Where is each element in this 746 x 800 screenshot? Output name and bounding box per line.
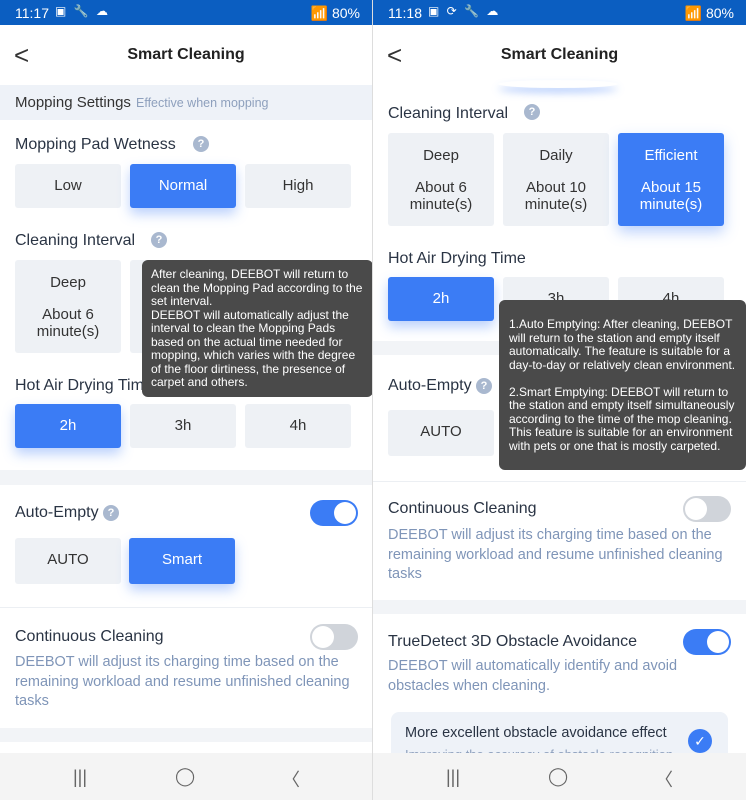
continuous-toggle[interactable] — [683, 496, 731, 522]
auto-empty-auto[interactable]: AUTO — [388, 410, 494, 456]
check-icon[interactable]: ✓ — [688, 729, 712, 753]
drying-label: Hot Air Drying Tim — [15, 377, 144, 394]
auto-empty-label: Auto-Empty — [15, 504, 99, 521]
divider — [373, 600, 746, 614]
help-icon[interactable]: ? — [151, 232, 167, 248]
drying-2h[interactable]: 2h — [15, 404, 121, 448]
help-icon[interactable]: ? — [524, 104, 540, 120]
mopping-settings-header: Mopping Settings Effective when mopping — [0, 85, 372, 120]
interval-label: Cleaning Interval — [15, 232, 136, 249]
interval-deep[interactable]: Deep About 6 minute(s) — [15, 260, 121, 353]
back-nav-icon[interactable]: 〈 — [282, 766, 300, 792]
help-icon[interactable]: ? — [103, 505, 119, 521]
continuous-label: Continuous Cleaning — [15, 628, 164, 645]
auto-empty-toggle[interactable] — [310, 500, 358, 526]
divider — [0, 728, 372, 742]
drying-4h[interactable]: 4h — [245, 404, 351, 448]
wetness-high[interactable]: High — [245, 164, 351, 208]
divider — [0, 607, 372, 608]
truedetect-desc: DEEBOT will automatically identify and a… — [388, 658, 678, 694]
system-nav-bar: ||| ◯ 〈 — [373, 753, 746, 800]
card-time: About 6 minute(s) — [409, 179, 473, 213]
help-icon[interactable]: ? — [476, 378, 492, 394]
auto-empty-label: Auto-Empty — [388, 377, 472, 394]
battery-level: 📶 80% — [310, 5, 360, 21]
system-nav-bar: ||| ◯ 〈 — [0, 753, 372, 800]
card-name: Deep — [50, 274, 86, 291]
divider — [373, 481, 746, 482]
interval-tooltip: After cleaning, DEEBOT will return to cl… — [142, 260, 372, 397]
section-title: Mopping Settings — [15, 94, 131, 111]
back-nav-icon[interactable]: 〈 — [655, 766, 673, 792]
battery-text: 80% — [331, 5, 360, 21]
left-screen: 11:17 ▣ 🔧 ☁ 📶 80% < Smart Cleaning Moppi… — [0, 0, 373, 800]
help-icon[interactable]: ? — [193, 136, 209, 152]
option-title: More excellent obstacle avoidance effect — [405, 725, 667, 741]
truedetect-label: TrueDetect 3D Obstacle Avoidance — [388, 633, 638, 650]
card-name: Daily — [539, 147, 573, 164]
continuous-label: Continuous Cleaning — [388, 500, 537, 517]
continuous-toggle[interactable] — [310, 624, 358, 650]
divider — [0, 470, 372, 485]
drying-3h[interactable]: 3h — [130, 404, 236, 448]
page-title: Smart Cleaning — [500, 46, 619, 63]
continuous-desc: DEEBOT will adjust its charging time bas… — [15, 654, 350, 709]
battery-level: 📶 80% — [684, 5, 734, 21]
section-subtitle: Effective when mopping — [136, 96, 269, 110]
card-time: About 10 minute(s) — [524, 179, 588, 213]
wetness-low[interactable]: Low — [15, 164, 121, 208]
card-name: Deep — [423, 147, 459, 164]
continuous-desc: DEEBOT will adjust its charging time bas… — [388, 527, 723, 582]
notification-icons: ▣ 🔧 ☁ — [55, 4, 110, 18]
status-bar: 11:18 ▣ ⟳ 🔧 ☁ 📶 80% — [373, 0, 746, 25]
auto-empty-smart[interactable]: Smart — [129, 538, 235, 584]
truedetect-toggle[interactable] — [683, 629, 731, 655]
wetness-normal[interactable]: Normal — [130, 164, 236, 208]
status-time: 11:17 — [15, 5, 49, 21]
recent-apps-icon[interactable]: ||| — [446, 767, 460, 788]
auto-empty-auto[interactable]: AUTO — [15, 538, 121, 584]
interval-daily[interactable]: Daily About 10 minute(s) — [503, 133, 609, 226]
right-screen: 11:18 ▣ ⟳ 🔧 ☁ 📶 80% < Smart Cleaning Cle… — [373, 0, 746, 800]
page-title: Smart Cleaning — [127, 46, 245, 63]
status-bar: 11:17 ▣ 🔧 ☁ 📶 80% — [0, 0, 372, 25]
interval-deep[interactable]: Deep About 6 minute(s) — [388, 133, 494, 226]
auto-empty-tooltip: 1.Auto Emptying: After cleaning, DEEBOT … — [499, 300, 746, 470]
card-time: About 15 minute(s) — [639, 179, 703, 213]
notification-icons: ▣ ⟳ 🔧 ☁ — [428, 4, 501, 18]
battery-text: 80% — [705, 5, 734, 21]
drying-label: Hot Air Drying Time — [388, 250, 526, 267]
home-icon[interactable]: ◯ — [175, 766, 195, 787]
drying-2h[interactable]: 2h — [388, 277, 494, 321]
interval-efficient[interactable]: Efficient About 15 minute(s) — [618, 133, 724, 226]
interval-label: Cleaning Interval — [388, 105, 509, 122]
home-icon[interactable]: ◯ — [548, 766, 568, 787]
status-time: 11:18 — [388, 5, 422, 21]
card-time: About 6 minute(s) — [36, 306, 100, 340]
wetness-label: Mopping Pad Wetness — [15, 136, 176, 153]
scroll-shadow — [498, 80, 618, 88]
recent-apps-icon[interactable]: ||| — [73, 767, 87, 788]
card-name: Efficient — [644, 147, 698, 164]
